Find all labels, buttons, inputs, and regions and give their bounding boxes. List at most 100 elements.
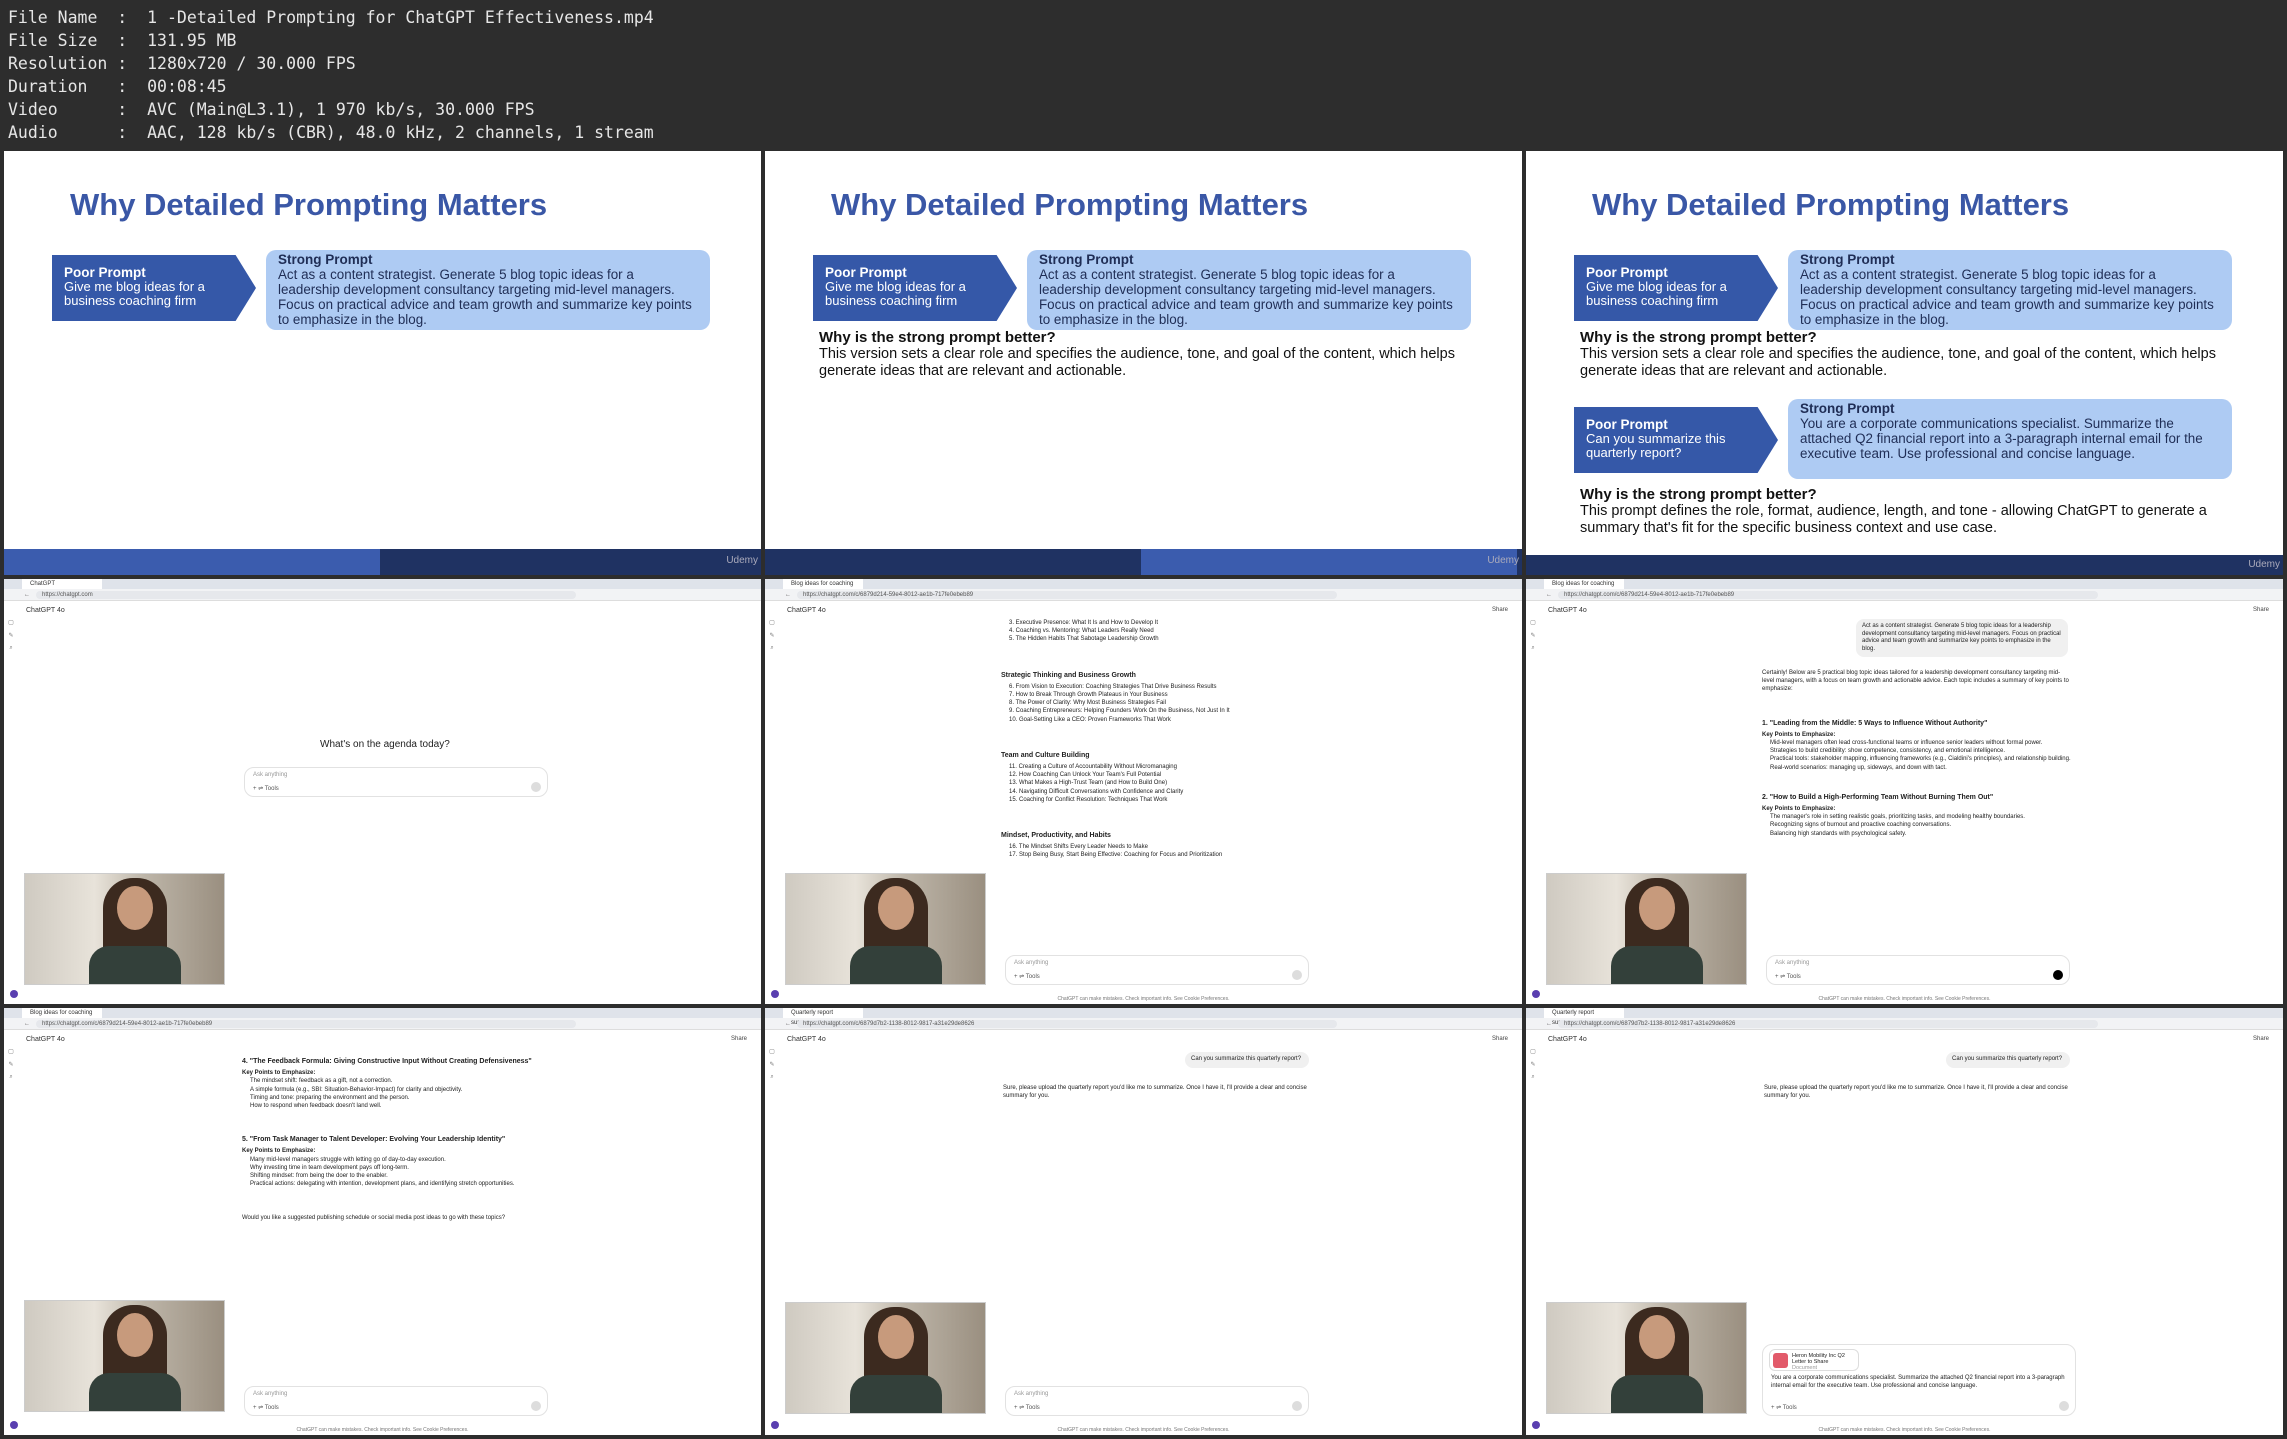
user-avatar[interactable]	[1532, 990, 1540, 998]
back-icon[interactable]: ←	[785, 1021, 791, 1027]
list-item: How to respond when feedback doesn't lan…	[250, 1103, 382, 1110]
search-icon[interactable]: ⌕	[1531, 1074, 1534, 1081]
browser-tab[interactable]: ChatGPT	[22, 579, 102, 589]
back-icon[interactable]: ←	[1546, 592, 1552, 598]
tools-button[interactable]: + ⇌ Tools	[1014, 1404, 1040, 1411]
why-answer: This version sets a clear role and speci…	[1580, 346, 2216, 379]
tools-button[interactable]: + ⇌ Tools	[1771, 1404, 1797, 1411]
browser-tab[interactable]: Blog ideas for coaching	[783, 579, 863, 589]
udemy-logo: Udemy	[1487, 555, 1519, 566]
slide-title: Why Detailed Prompting Matters	[831, 187, 1309, 222]
back-icon[interactable]: ←	[24, 1021, 30, 1027]
file-info-row: Audio : AAC, 128 kb/s (CBR), 48.0 kHz, 2…	[8, 123, 654, 142]
url-field[interactable]: https://chatgpt.com	[36, 590, 576, 599]
sidebar-toggle-icon[interactable]: ▢	[769, 619, 775, 626]
tools-button[interactable]: + ⇌ Tools	[1014, 973, 1040, 980]
send-icon[interactable]	[2059, 1401, 2069, 1411]
screen-thumb-6: Blog ideas for coaching ← https://chatgpt…	[1526, 579, 2283, 1004]
file-type: Document	[1792, 1365, 1818, 1371]
browser-tab[interactable]: Quarterly report summary	[1544, 1008, 1624, 1026]
user-avatar[interactable]	[10, 1421, 18, 1429]
model-selector[interactable]: ChatGPT 4o	[787, 1036, 826, 1043]
presenter-webcam	[785, 873, 986, 985]
section-heading: Strategic Thinking and Business Growth	[1001, 671, 1136, 679]
share-button[interactable]: Share	[1492, 1036, 1508, 1042]
send-icon[interactable]	[531, 782, 541, 792]
send-icon[interactable]	[531, 1401, 541, 1411]
user-avatar[interactable]	[10, 990, 18, 998]
sidebar-toggle-icon[interactable]: ▢	[1530, 1048, 1536, 1055]
chat-composer[interactable]: Ask anything + ⇌ Tools	[1005, 1386, 1309, 1416]
response-intro: Certainly! Below are 5 practical blog to…	[1762, 670, 2069, 693]
search-icon[interactable]: ⌕	[770, 1074, 773, 1081]
user-avatar[interactable]	[771, 990, 779, 998]
model-selector[interactable]: ChatGPT 4o	[787, 607, 826, 614]
search-icon[interactable]: ⌕	[770, 645, 773, 652]
key-points-label: Key Points to Emphasize:	[242, 1148, 316, 1155]
file-name: Heron Mobility Inc Q2 Letter to Share	[1792, 1353, 1845, 1365]
send-icon[interactable]	[1292, 970, 1302, 980]
key-points-label: Key Points to Emphasize:	[1762, 806, 1836, 813]
model-selector[interactable]: ChatGPT 4o	[1548, 607, 1587, 614]
key-points-label: Key Points to Emphasize:	[1762, 731, 1836, 738]
sidebar-toggle-icon[interactable]: ▢	[8, 1048, 14, 1055]
new-chat-icon[interactable]: ✎	[769, 632, 774, 639]
new-chat-icon[interactable]: ✎	[8, 632, 13, 639]
url-field[interactable]: https://chatgpt.com/c/6879d214-59e4-8012…	[36, 1019, 576, 1028]
sidebar-toggle-icon[interactable]: ▢	[8, 619, 14, 626]
sidebar-toggle-icon[interactable]: ▢	[1530, 619, 1536, 626]
composer-placeholder: Ask anything	[1014, 960, 1049, 966]
list-item: Why investing time in team development p…	[250, 1164, 409, 1171]
strong-prompt-text: Act as a content strategist. Generate 5 …	[1039, 267, 1453, 327]
tools-button[interactable]: + ⇌ Tools	[253, 785, 279, 792]
chat-composer[interactable]: Ask anything + ⇌ Tools	[244, 1386, 548, 1416]
model-selector[interactable]: ChatGPT 4o	[26, 1036, 65, 1043]
search-icon[interactable]: ⌕	[9, 1074, 12, 1081]
model-selector[interactable]: ChatGPT 4o	[1548, 1036, 1587, 1043]
search-icon[interactable]: ⌕	[1531, 645, 1534, 652]
browser-tab[interactable]: Blog ideas for coaching	[1544, 579, 1624, 589]
pdf-icon	[1773, 1353, 1788, 1368]
browser-tab[interactable]: Quarterly report summary	[783, 1008, 863, 1026]
label: Duration	[8, 77, 88, 96]
new-chat-icon[interactable]: ✎	[1530, 1061, 1535, 1068]
chat-composer[interactable]: Ask anything + ⇌ Tools	[244, 767, 548, 797]
url-field[interactable]: https://chatgpt.com/c/6879d7b2-1138-8012…	[797, 1019, 1337, 1028]
send-icon[interactable]	[1292, 1401, 1302, 1411]
sidebar-toggle-icon[interactable]: ▢	[769, 1048, 775, 1055]
new-chat-icon[interactable]: ✎	[1530, 632, 1535, 639]
list-item: 11. Creating a Culture of Accountability…	[1009, 764, 1177, 771]
share-button[interactable]: Share	[2253, 1036, 2269, 1042]
attached-file[interactable]: Heron Mobility Inc Q2 Letter to Share Doc…	[1769, 1349, 1859, 1371]
url-field[interactable]: https://chatgpt.com/c/6879d214-59e4-8012…	[1558, 590, 2098, 599]
chat-composer[interactable]: Heron Mobility Inc Q2 Letter to Share Doc…	[1762, 1344, 2076, 1416]
new-chat-icon[interactable]: ✎	[769, 1061, 774, 1068]
tools-button[interactable]: + ⇌ Tools	[253, 1404, 279, 1411]
tools-button[interactable]: + ⇌ Tools	[1775, 973, 1801, 980]
share-button[interactable]: Share	[731, 1036, 747, 1042]
browser-tab[interactable]: Blog ideas for coaching	[22, 1008, 102, 1018]
url-field[interactable]: https://chatgpt.com/c/6879d7b2-1138-8012…	[1558, 1019, 2098, 1028]
share-button[interactable]: Share	[2253, 607, 2269, 613]
back-icon[interactable]: ←	[1546, 1021, 1552, 1027]
back-icon[interactable]: ←	[24, 592, 30, 598]
back-icon[interactable]: ←	[785, 592, 791, 598]
disclaimer-footer: ChatGPT can make mistakes. Check importa…	[1818, 1427, 1991, 1433]
user-avatar[interactable]	[1532, 1421, 1540, 1429]
why-explanation: Why is the strong prompt better? This ver…	[819, 329, 1479, 380]
chat-composer[interactable]: Ask anything + ⇌ Tools	[1005, 955, 1309, 985]
chat-composer[interactable]: Ask anything + ⇌ Tools	[1766, 955, 2070, 985]
user-avatar[interactable]	[771, 1421, 779, 1429]
value: 1280x720 / 30.000 FPS	[147, 54, 356, 73]
presenter-webcam	[785, 1302, 986, 1414]
share-button[interactable]: Share	[1492, 607, 1508, 613]
why-explanation: Why is the strong prompt better? This pro…	[1580, 486, 2260, 537]
stop-icon[interactable]	[2053, 970, 2063, 980]
new-chat-icon[interactable]: ✎	[8, 1061, 13, 1068]
slide-thumb-1: Why Detailed Prompting Matters Poor Prom…	[4, 151, 761, 575]
file-info-row: File Name : 1 -Detailed Prompting for Ch…	[8, 8, 654, 27]
model-selector[interactable]: ChatGPT 4o	[26, 607, 65, 614]
url-field[interactable]: https://chatgpt.com/c/6879d214-59e4-8012…	[797, 590, 1337, 599]
search-icon[interactable]: ⌕	[9, 645, 12, 652]
list-item: The manager's role in setting realistic …	[1770, 814, 2025, 821]
